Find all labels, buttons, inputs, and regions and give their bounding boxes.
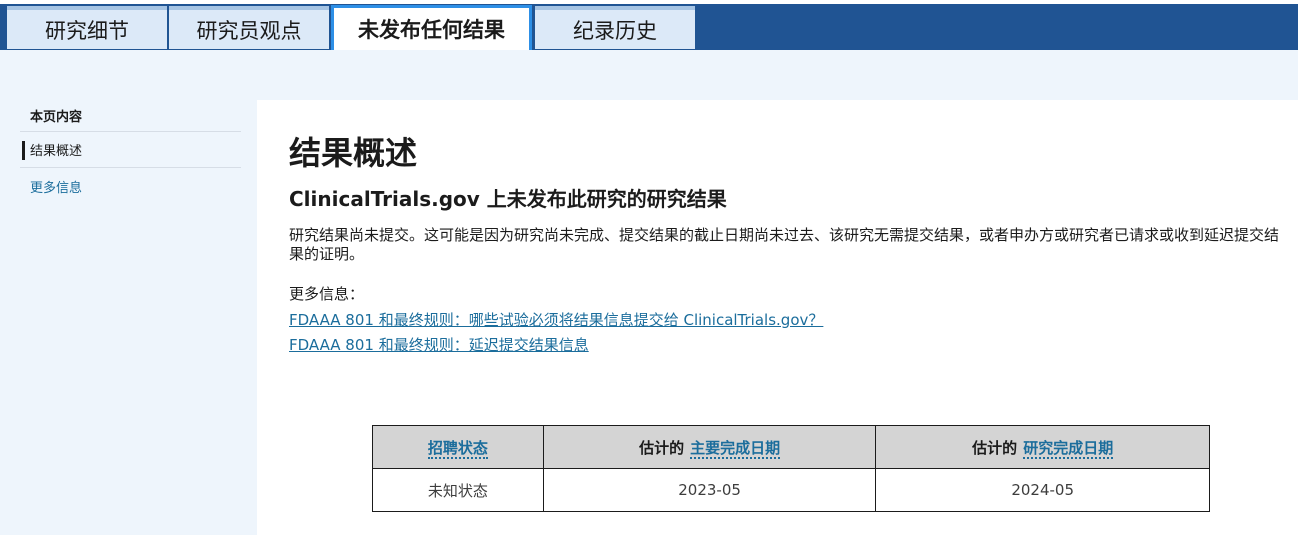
- sidebar-item-more-info[interactable]: 更多信息: [20, 168, 241, 204]
- main-content: 结果概述 ClinicalTrials.gov 上未发布此研究的研究结果 研究结…: [257, 100, 1298, 535]
- on-this-page-nav: 本页内容 结果概述 更多信息: [20, 100, 241, 204]
- tab-label: 纪录历史: [573, 18, 657, 43]
- recruitment-status-value: 未知状态: [372, 468, 544, 512]
- tab-record-history[interactable]: 纪录历史: [535, 6, 695, 49]
- recruitment-status-term[interactable]: 招聘状态: [427, 438, 488, 459]
- study-completion-date-value: 2024-05: [875, 468, 1210, 512]
- table-row: 未知状态 2023-05 2024-05: [372, 468, 1210, 512]
- tab-bar: 研究细节 研究员观点 未发布任何结果 纪录历史: [0, 0, 1298, 50]
- more-info-label: 更多信息：: [289, 285, 365, 303]
- tab-label: 研究细节: [45, 18, 129, 43]
- page-title: 结果概述: [289, 134, 418, 172]
- sidebar-heading: 本页内容: [20, 100, 241, 132]
- sidebar-item-results-overview[interactable]: 结果概述: [20, 132, 241, 168]
- estimated-prefix: 估计的: [639, 438, 685, 457]
- estimated-prefix: 估计的: [972, 438, 1018, 457]
- tab-label: 未发布任何结果: [358, 18, 505, 42]
- tab-researcher-view[interactable]: 研究员观点: [169, 6, 329, 49]
- results-explanation: 研究结果尚未提交。这可能是因为研究尚未完成、提交结果的截止日期尚未过去、该研究无…: [289, 226, 1280, 263]
- tab-label: 研究员观点: [196, 18, 302, 43]
- header-recruitment-status: 招聘状态: [372, 425, 544, 469]
- study-completion-date-term[interactable]: 研究完成日期: [1023, 438, 1114, 459]
- table-header-row: 招聘状态 估计的 主要完成日期 估计的 研究完成日期: [372, 425, 1210, 469]
- fdaaa-which-trials-link[interactable]: FDAAA 801 和最终规则：哪些试验必须将结果信息提交给 ClinicalT…: [289, 309, 823, 330]
- fdaaa-delay-results-link[interactable]: FDAAA 801 和最终规则：延迟提交结果信息: [289, 334, 589, 355]
- primary-completion-date-term[interactable]: 主要完成日期: [690, 438, 781, 459]
- results-subtitle: ClinicalTrials.gov 上未发布此研究的研究结果: [289, 187, 727, 211]
- header-study-completion: 估计的 研究完成日期: [875, 425, 1210, 469]
- tab-study-details[interactable]: 研究细节: [7, 6, 167, 49]
- study-status-table: 招聘状态 估计的 主要完成日期 估计的 研究完成日期 未知状态 2023-05 20…: [372, 425, 1210, 512]
- primary-completion-date-value: 2023-05: [542, 468, 877, 512]
- header-primary-completion: 估计的 主要完成日期: [542, 425, 877, 469]
- tab-no-results-posted[interactable]: 未发布任何结果: [331, 5, 532, 50]
